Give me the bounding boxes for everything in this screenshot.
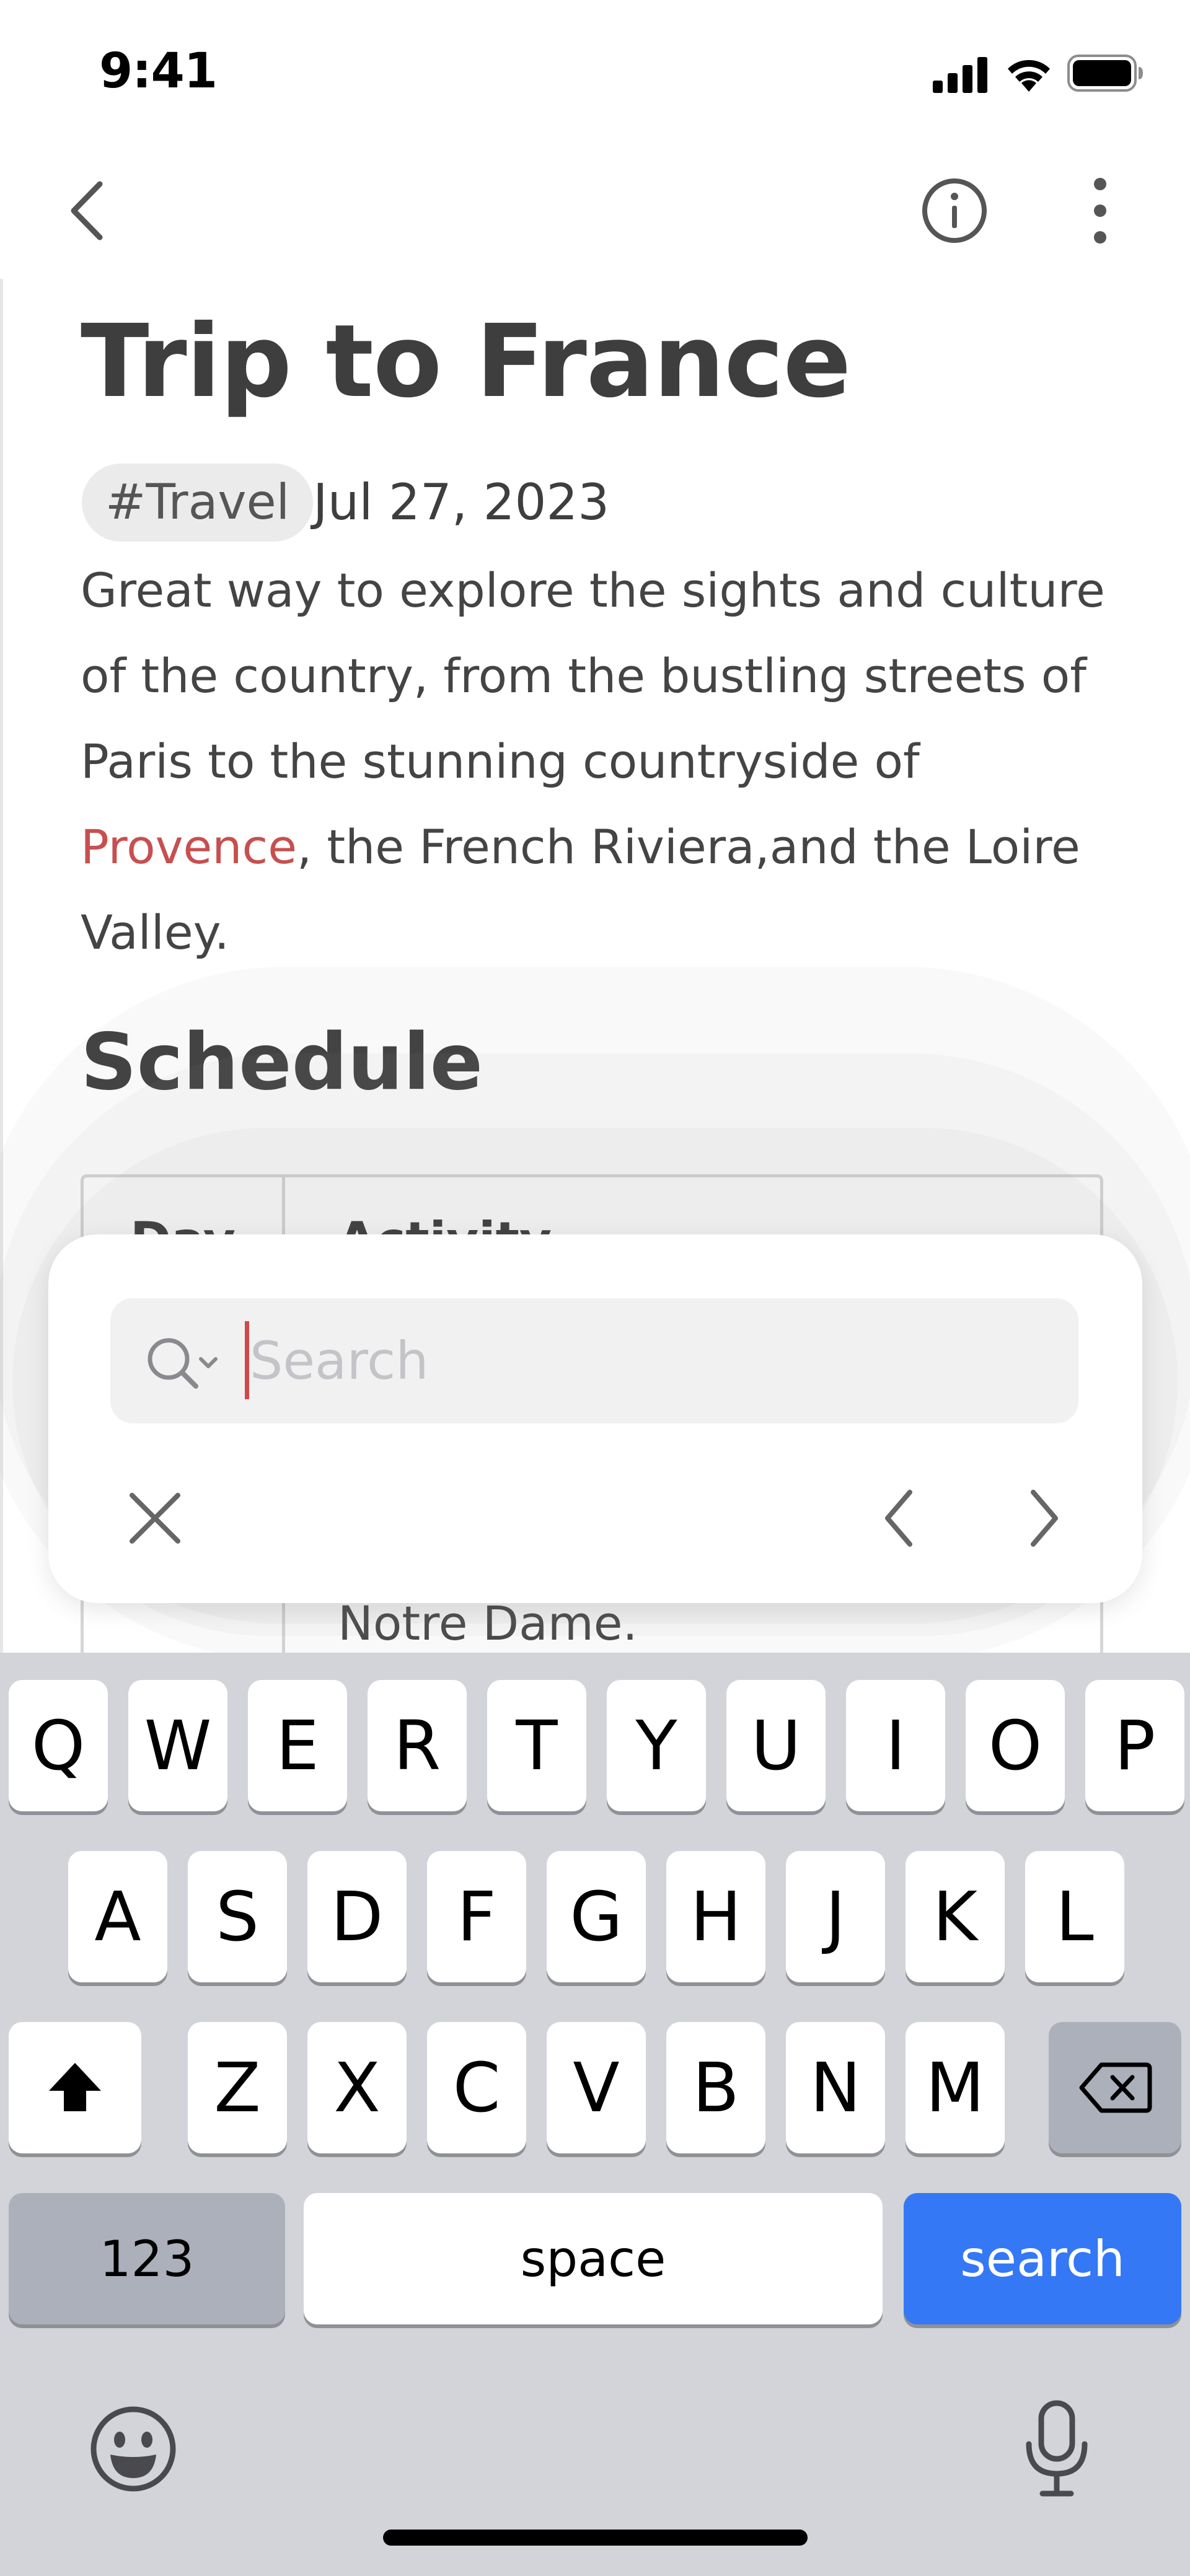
microphone-icon <box>1026 2400 1088 2497</box>
emoji-button[interactable] <box>81 2396 186 2502</box>
search-input[interactable] <box>250 1309 1056 1413</box>
more-button[interactable] <box>1072 174 1128 248</box>
status-time: 9:41 <box>99 43 218 99</box>
key-d[interactable]: D <box>307 1851 407 1982</box>
key-l[interactable]: L <box>1025 1851 1124 1982</box>
back-button[interactable] <box>56 170 118 251</box>
keyboard: Q W E R T Y U I O P A S D F G H J K L Z … <box>0 1653 1190 2576</box>
search-options-button[interactable] <box>141 1329 228 1397</box>
key-p[interactable]: P <box>1085 1680 1184 1811</box>
key-q[interactable]: Q <box>9 1680 108 1811</box>
key-s[interactable]: S <box>188 1851 287 1982</box>
key-h[interactable]: H <box>666 1851 765 1982</box>
battery-icon <box>1067 55 1143 92</box>
key-n[interactable]: N <box>786 2022 885 2153</box>
backspace-icon <box>1079 2062 1152 2113</box>
key-z[interactable]: Z <box>188 2022 287 2153</box>
search-options-icon <box>148 1338 218 1389</box>
close-icon <box>130 1493 180 1544</box>
key-k[interactable]: K <box>906 1851 1005 1982</box>
body-text-part1: Great way to explore the sights and cult… <box>81 563 1105 789</box>
emoji-icon <box>90 2406 176 2492</box>
next-match-button[interactable] <box>1007 1481 1082 1555</box>
key-c[interactable]: C <box>427 2022 526 2153</box>
key-i[interactable]: I <box>846 1680 945 1811</box>
microphone-button[interactable] <box>1004 2396 1109 2502</box>
search-key[interactable]: search <box>904 2193 1181 2324</box>
key-w[interactable]: W <box>128 1680 227 1811</box>
cellular-signal-icon <box>933 57 987 93</box>
key-t[interactable]: T <box>487 1680 586 1811</box>
close-find-button[interactable] <box>118 1481 192 1555</box>
tag-chip[interactable]: #Travel <box>82 464 314 542</box>
key-u[interactable]: U <box>726 1680 826 1811</box>
key-e[interactable]: E <box>248 1680 347 1811</box>
shift-key[interactable] <box>9 2022 141 2153</box>
key-j[interactable]: J <box>786 1851 885 1982</box>
key-a[interactable]: A <box>68 1851 167 1982</box>
note-body[interactable]: Great way to explore the sights and cult… <box>81 548 1122 975</box>
previous-match-button[interactable] <box>862 1481 936 1555</box>
key-g[interactable]: G <box>547 1851 646 1982</box>
shift-icon <box>49 2063 101 2111</box>
key-m[interactable]: M <box>906 2022 1005 2153</box>
chevron-left-icon <box>71 181 103 240</box>
vertical-ellipsis-icon <box>1094 178 1106 244</box>
wifi-icon <box>1008 59 1050 92</box>
chevron-left-icon <box>885 1490 912 1547</box>
text-caret <box>245 1321 249 1399</box>
key-o[interactable]: O <box>966 1680 1065 1811</box>
chevron-right-icon <box>1031 1490 1058 1547</box>
home-indicator <box>383 2530 808 2546</box>
info-icon <box>922 178 987 243</box>
key-r[interactable]: R <box>368 1680 467 1811</box>
key-x[interactable]: X <box>307 2022 407 2153</box>
key-v[interactable]: V <box>547 2022 646 2153</box>
numbers-key[interactable]: 123 <box>9 2193 285 2324</box>
info-button[interactable] <box>917 174 992 248</box>
note-title[interactable]: Trip to France <box>81 304 851 420</box>
note-date: Jul 27, 2023 <box>313 473 610 531</box>
key-y[interactable]: Y <box>607 1680 706 1811</box>
space-key[interactable]: space <box>304 2193 883 2324</box>
key-b[interactable]: B <box>666 2022 765 2153</box>
provence-link[interactable]: Provence <box>81 819 297 874</box>
key-f[interactable]: F <box>427 1851 526 1982</box>
delete-key[interactable] <box>1049 2022 1181 2153</box>
